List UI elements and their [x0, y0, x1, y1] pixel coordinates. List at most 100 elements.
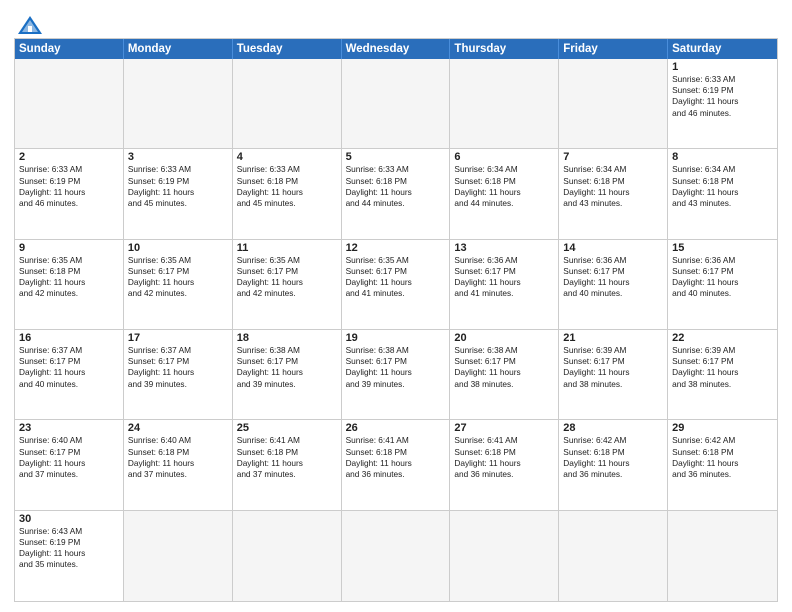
calendar-week-2: 2Sunrise: 6:33 AM Sunset: 6:19 PM Daylig…: [15, 149, 777, 239]
calendar-day-24: 24Sunrise: 6:40 AM Sunset: 6:18 PM Dayli…: [124, 420, 233, 509]
calendar-day-empty: [15, 59, 124, 148]
weekday-header-saturday: Saturday: [668, 39, 777, 59]
calendar-day-4: 4Sunrise: 6:33 AM Sunset: 6:18 PM Daylig…: [233, 149, 342, 238]
day-info: Sunrise: 6:38 AM Sunset: 6:17 PM Dayligh…: [454, 345, 554, 390]
calendar-day-empty: [450, 511, 559, 601]
day-number: 11: [237, 242, 337, 254]
calendar-day-14: 14Sunrise: 6:36 AM Sunset: 6:17 PM Dayli…: [559, 240, 668, 329]
calendar-day-15: 15Sunrise: 6:36 AM Sunset: 6:17 PM Dayli…: [668, 240, 777, 329]
calendar-day-21: 21Sunrise: 6:39 AM Sunset: 6:17 PM Dayli…: [559, 330, 668, 419]
calendar-day-27: 27Sunrise: 6:41 AM Sunset: 6:18 PM Dayli…: [450, 420, 559, 509]
day-info: Sunrise: 6:33 AM Sunset: 6:19 PM Dayligh…: [672, 74, 773, 119]
calendar-day-2: 2Sunrise: 6:33 AM Sunset: 6:19 PM Daylig…: [15, 149, 124, 238]
calendar-week-6: 30Sunrise: 6:43 AM Sunset: 6:19 PM Dayli…: [15, 511, 777, 601]
day-number: 12: [346, 242, 446, 254]
calendar-day-empty: [450, 59, 559, 148]
day-number: 7: [563, 151, 663, 163]
calendar-week-3: 9Sunrise: 6:35 AM Sunset: 6:18 PM Daylig…: [15, 240, 777, 330]
day-number: 10: [128, 242, 228, 254]
weekday-header-monday: Monday: [124, 39, 233, 59]
day-info: Sunrise: 6:34 AM Sunset: 6:18 PM Dayligh…: [454, 164, 554, 209]
calendar-day-30: 30Sunrise: 6:43 AM Sunset: 6:19 PM Dayli…: [15, 511, 124, 601]
day-number: 27: [454, 422, 554, 434]
calendar-header: SundayMondayTuesdayWednesdayThursdayFrid…: [15, 39, 777, 59]
day-info: Sunrise: 6:41 AM Sunset: 6:18 PM Dayligh…: [454, 435, 554, 480]
day-number: 23: [19, 422, 119, 434]
day-info: Sunrise: 6:42 AM Sunset: 6:18 PM Dayligh…: [672, 435, 773, 480]
weekday-header-sunday: Sunday: [15, 39, 124, 59]
day-info: Sunrise: 6:33 AM Sunset: 6:18 PM Dayligh…: [237, 164, 337, 209]
day-number: 9: [19, 242, 119, 254]
day-number: 13: [454, 242, 554, 254]
logo-icon: [16, 14, 44, 36]
calendar-day-1: 1Sunrise: 6:33 AM Sunset: 6:19 PM Daylig…: [668, 59, 777, 148]
day-info: Sunrise: 6:39 AM Sunset: 6:17 PM Dayligh…: [672, 345, 773, 390]
calendar-day-29: 29Sunrise: 6:42 AM Sunset: 6:18 PM Dayli…: [668, 420, 777, 509]
day-info: Sunrise: 6:38 AM Sunset: 6:17 PM Dayligh…: [237, 345, 337, 390]
day-info: Sunrise: 6:36 AM Sunset: 6:17 PM Dayligh…: [563, 255, 663, 300]
calendar-day-empty: [342, 511, 451, 601]
calendar-week-5: 23Sunrise: 6:40 AM Sunset: 6:17 PM Dayli…: [15, 420, 777, 510]
day-info: Sunrise: 6:35 AM Sunset: 6:17 PM Dayligh…: [237, 255, 337, 300]
day-number: 21: [563, 332, 663, 344]
day-info: Sunrise: 6:43 AM Sunset: 6:19 PM Dayligh…: [19, 526, 119, 571]
calendar-day-empty: [559, 59, 668, 148]
day-number: 28: [563, 422, 663, 434]
day-info: Sunrise: 6:41 AM Sunset: 6:18 PM Dayligh…: [237, 435, 337, 480]
calendar-day-28: 28Sunrise: 6:42 AM Sunset: 6:18 PM Dayli…: [559, 420, 668, 509]
calendar-day-22: 22Sunrise: 6:39 AM Sunset: 6:17 PM Dayli…: [668, 330, 777, 419]
calendar-day-empty: [233, 59, 342, 148]
logo: [14, 14, 44, 32]
calendar-week-4: 16Sunrise: 6:37 AM Sunset: 6:17 PM Dayli…: [15, 330, 777, 420]
calendar-day-8: 8Sunrise: 6:34 AM Sunset: 6:18 PM Daylig…: [668, 149, 777, 238]
day-number: 2: [19, 151, 119, 163]
day-number: 29: [672, 422, 773, 434]
day-info: Sunrise: 6:34 AM Sunset: 6:18 PM Dayligh…: [563, 164, 663, 209]
calendar-day-empty: [233, 511, 342, 601]
day-number: 18: [237, 332, 337, 344]
day-info: Sunrise: 6:34 AM Sunset: 6:18 PM Dayligh…: [672, 164, 773, 209]
calendar: SundayMondayTuesdayWednesdayThursdayFrid…: [14, 38, 778, 602]
day-number: 17: [128, 332, 228, 344]
day-number: 4: [237, 151, 337, 163]
page: SundayMondayTuesdayWednesdayThursdayFrid…: [0, 0, 792, 612]
header: [14, 10, 778, 32]
day-number: 24: [128, 422, 228, 434]
day-info: Sunrise: 6:35 AM Sunset: 6:18 PM Dayligh…: [19, 255, 119, 300]
calendar-day-3: 3Sunrise: 6:33 AM Sunset: 6:19 PM Daylig…: [124, 149, 233, 238]
weekday-header-wednesday: Wednesday: [342, 39, 451, 59]
day-info: Sunrise: 6:35 AM Sunset: 6:17 PM Dayligh…: [128, 255, 228, 300]
day-number: 14: [563, 242, 663, 254]
day-number: 16: [19, 332, 119, 344]
day-number: 22: [672, 332, 773, 344]
weekday-header-tuesday: Tuesday: [233, 39, 342, 59]
calendar-day-6: 6Sunrise: 6:34 AM Sunset: 6:18 PM Daylig…: [450, 149, 559, 238]
calendar-day-10: 10Sunrise: 6:35 AM Sunset: 6:17 PM Dayli…: [124, 240, 233, 329]
day-info: Sunrise: 6:33 AM Sunset: 6:18 PM Dayligh…: [346, 164, 446, 209]
day-info: Sunrise: 6:36 AM Sunset: 6:17 PM Dayligh…: [454, 255, 554, 300]
calendar-day-20: 20Sunrise: 6:38 AM Sunset: 6:17 PM Dayli…: [450, 330, 559, 419]
calendar-day-25: 25Sunrise: 6:41 AM Sunset: 6:18 PM Dayli…: [233, 420, 342, 509]
weekday-header-friday: Friday: [559, 39, 668, 59]
day-number: 19: [346, 332, 446, 344]
day-info: Sunrise: 6:36 AM Sunset: 6:17 PM Dayligh…: [672, 255, 773, 300]
calendar-day-7: 7Sunrise: 6:34 AM Sunset: 6:18 PM Daylig…: [559, 149, 668, 238]
day-number: 6: [454, 151, 554, 163]
calendar-day-5: 5Sunrise: 6:33 AM Sunset: 6:18 PM Daylig…: [342, 149, 451, 238]
calendar-day-empty: [559, 511, 668, 601]
weekday-header-thursday: Thursday: [450, 39, 559, 59]
day-number: 3: [128, 151, 228, 163]
day-number: 15: [672, 242, 773, 254]
day-info: Sunrise: 6:37 AM Sunset: 6:17 PM Dayligh…: [128, 345, 228, 390]
day-number: 5: [346, 151, 446, 163]
calendar-day-12: 12Sunrise: 6:35 AM Sunset: 6:17 PM Dayli…: [342, 240, 451, 329]
calendar-day-9: 9Sunrise: 6:35 AM Sunset: 6:18 PM Daylig…: [15, 240, 124, 329]
calendar-day-empty: [342, 59, 451, 148]
day-info: Sunrise: 6:42 AM Sunset: 6:18 PM Dayligh…: [563, 435, 663, 480]
day-info: Sunrise: 6:39 AM Sunset: 6:17 PM Dayligh…: [563, 345, 663, 390]
calendar-week-1: 1Sunrise: 6:33 AM Sunset: 6:19 PM Daylig…: [15, 59, 777, 149]
day-info: Sunrise: 6:38 AM Sunset: 6:17 PM Dayligh…: [346, 345, 446, 390]
day-info: Sunrise: 6:37 AM Sunset: 6:17 PM Dayligh…: [19, 345, 119, 390]
calendar-day-13: 13Sunrise: 6:36 AM Sunset: 6:17 PM Dayli…: [450, 240, 559, 329]
day-info: Sunrise: 6:40 AM Sunset: 6:17 PM Dayligh…: [19, 435, 119, 480]
